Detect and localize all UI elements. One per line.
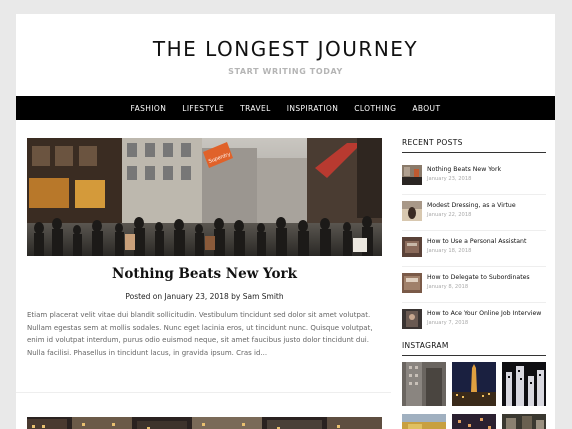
- site-tagline: START WRITING TODAY: [228, 67, 343, 76]
- instagram-photo[interactable]: [502, 414, 546, 429]
- instagram-grid: [402, 362, 546, 429]
- recent-post-title[interactable]: Modest Dressing, as a Virtue: [427, 201, 516, 210]
- recent-post-title[interactable]: How to Delegate to Subordinates: [427, 273, 530, 282]
- recent-post-thumbnail[interactable]: [402, 273, 422, 293]
- post-title[interactable]: Nothing Beats New York: [27, 266, 382, 282]
- nav-item-fashion[interactable]: FASHION: [123, 104, 175, 113]
- nav-item-inspiration[interactable]: INSPIRATION: [279, 104, 346, 113]
- recent-post-item[interactable]: How to Use a Personal Assistant January …: [402, 231, 546, 267]
- recent-post-thumbnail[interactable]: [402, 165, 422, 185]
- recent-post-date: January 8, 2018: [427, 284, 469, 290]
- recent-post-item[interactable]: Modest Dressing, as a Virtue January 22,…: [402, 195, 546, 231]
- site-title[interactable]: THE LONGEST JOURNEY: [16, 14, 555, 61]
- city-night-image: [27, 417, 382, 429]
- post-meta: Posted on January 23, 2018 by Sam Smith: [27, 292, 382, 301]
- recent-posts-heading: RECENT POSTS: [402, 138, 546, 153]
- nav-item-clothing[interactable]: CLOTHING: [346, 104, 404, 113]
- recent-post-item[interactable]: How to Ace Your Online Job Interview Jan…: [402, 303, 546, 339]
- site-header: THE LONGEST JOURNEY START WRITING TODAY: [16, 14, 555, 96]
- recent-post-item[interactable]: How to Delegate to Subordinates January …: [402, 267, 546, 303]
- recent-post-date: January 18, 2018: [427, 248, 472, 254]
- recent-posts-list: Nothing Beats New York January 23, 2018 …: [402, 159, 546, 339]
- instagram-photo[interactable]: [452, 362, 496, 406]
- instagram-photo[interactable]: [502, 362, 546, 406]
- nav-item-about[interactable]: ABOUT: [404, 104, 448, 113]
- recent-post-thumbnail[interactable]: [402, 237, 422, 257]
- sidebar: RECENT POSTS Nothing Beats New York Janu…: [402, 138, 546, 429]
- recent-post-date: January 7, 2018: [427, 320, 469, 326]
- instagram-heading: INSTAGRAM: [402, 341, 546, 356]
- instagram-photo[interactable]: [402, 362, 446, 406]
- recent-post-title[interactable]: Nothing Beats New York: [427, 165, 501, 174]
- recent-post-thumbnail[interactable]: [402, 201, 422, 221]
- post-excerpt: Etiam placerat velit vitae dui blandit s…: [27, 311, 373, 357]
- nav-item-lifestyle[interactable]: LIFESTYLE: [174, 104, 232, 113]
- content-area: Superdry Nothing Beats New York Posted o…: [16, 120, 555, 429]
- featured-post: Superdry Nothing Beats New York Posted o…: [27, 138, 382, 359]
- posted-on-label: Posted on: [125, 292, 163, 301]
- instagram-photo[interactable]: [452, 414, 496, 429]
- main-nav: FASHION LIFESTYLE TRAVEL INSPIRATION CLO…: [16, 96, 555, 120]
- page: THE LONGEST JOURNEY START WRITING TODAY …: [16, 14, 555, 429]
- nav-item-travel[interactable]: TRAVEL: [232, 104, 279, 113]
- recent-post-date: January 23, 2018: [427, 176, 472, 182]
- post-divider: [16, 392, 391, 393]
- instagram-photo[interactable]: [402, 414, 446, 429]
- street-scene-image: Superdry: [27, 138, 382, 256]
- post-date[interactable]: January 23, 2018: [165, 292, 229, 301]
- featured-image[interactable]: Superdry: [27, 138, 382, 256]
- recent-post-date: January 22, 2018: [427, 212, 472, 218]
- recent-post-thumbnail[interactable]: [402, 309, 422, 329]
- recent-post-title[interactable]: How to Use a Personal Assistant: [427, 237, 526, 246]
- by-label: by: [231, 292, 241, 301]
- recent-post-item[interactable]: Nothing Beats New York January 23, 2018: [402, 159, 546, 195]
- post-author[interactable]: Sam Smith: [243, 292, 284, 301]
- recent-post-title[interactable]: How to Ace Your Online Job Interview: [427, 309, 541, 318]
- next-post-image[interactable]: [27, 417, 382, 429]
